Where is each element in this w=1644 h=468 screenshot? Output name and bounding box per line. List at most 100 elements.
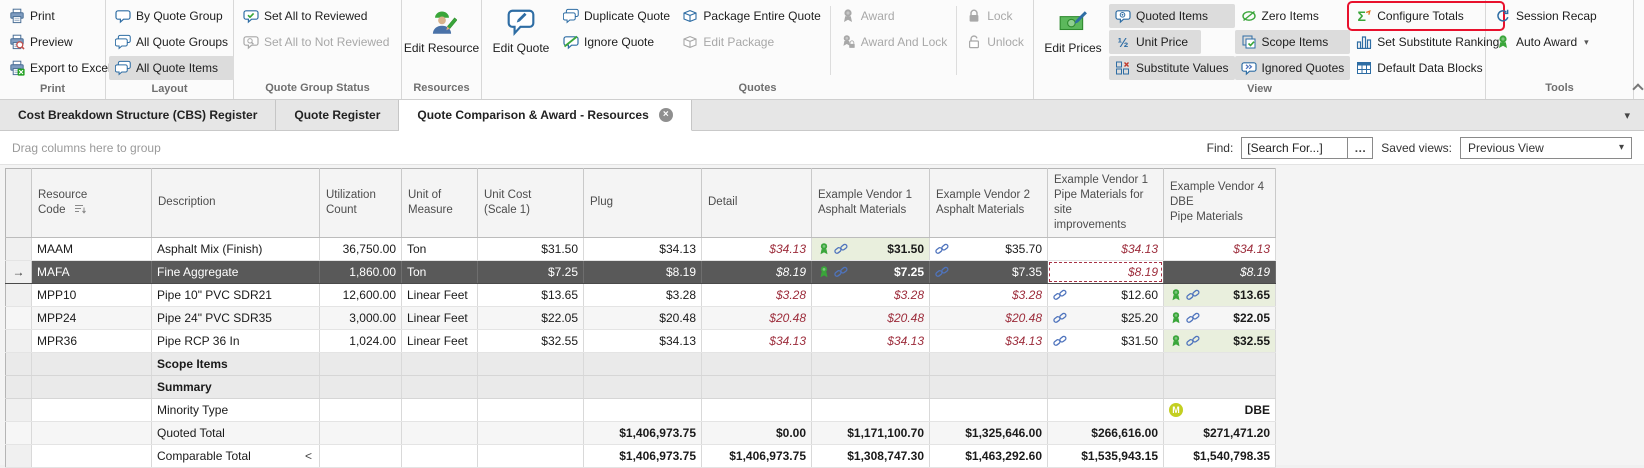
- quoted-items-toggle[interactable]: Quoted Items: [1109, 4, 1235, 28]
- set-substitute-ranking-button[interactable]: Set Substitute Ranking: [1350, 30, 1502, 54]
- cell-detail[interactable]: $1,406,973.75: [702, 444, 812, 467]
- cell-ev1p[interactable]: $1,535,943.15: [1048, 444, 1164, 467]
- edit-resource-button[interactable]: Edit Resource: [406, 2, 478, 79]
- cell-ev2a[interactable]: [930, 398, 1048, 421]
- cell-label[interactable]: Minority Type: [152, 398, 320, 421]
- group-by-drop-zone[interactable]: Drag columns here to group: [12, 141, 161, 155]
- cell-util[interactable]: 36,750.00: [320, 237, 402, 260]
- configure-totals-button[interactable]: ΣConfigure Totals: [1350, 4, 1502, 28]
- print-button[interactable]: Print: [3, 4, 117, 28]
- column-header-ev2a[interactable]: Example Vendor 2Asphalt Materials: [930, 169, 1048, 238]
- cell-plug[interactable]: $3.28: [584, 283, 702, 306]
- cell-code[interactable]: MAFA: [32, 260, 152, 283]
- cell-ev1a[interactable]: $7.25: [812, 260, 930, 283]
- cell-cost[interactable]: $7.25: [478, 260, 584, 283]
- cell-label[interactable]: Comparable Total<: [152, 444, 320, 467]
- cell-detail[interactable]: [702, 352, 812, 375]
- cell-ev2a[interactable]: $35.70: [930, 237, 1048, 260]
- ignore-quote-button[interactable]: Ignore Quote: [557, 30, 676, 54]
- substitute-values-toggle[interactable]: Substitute Values: [1109, 56, 1235, 80]
- cell-ev1p[interactable]: $266,616.00: [1048, 421, 1164, 444]
- row-selector[interactable]: [6, 329, 32, 352]
- cell-ev1p[interactable]: $34.13: [1048, 237, 1164, 260]
- cell-util[interactable]: 12,600.00: [320, 283, 402, 306]
- cell-detail[interactable]: [702, 398, 812, 421]
- cell-code[interactable]: MPP24: [32, 306, 152, 329]
- cell-cost[interactable]: [478, 375, 584, 398]
- cell-detail[interactable]: $8.19: [702, 260, 812, 283]
- cell-detail[interactable]: $20.48: [702, 306, 812, 329]
- cell-uom[interactable]: [402, 352, 478, 375]
- ignored-quotes-toggle[interactable]: Ignored Quotes: [1235, 56, 1351, 80]
- cell-ev1a[interactable]: [812, 375, 930, 398]
- cell-ev1a[interactable]: $31.50: [812, 237, 930, 260]
- cell-detail[interactable]: $34.13: [702, 237, 812, 260]
- cell-ev2a[interactable]: $34.13: [930, 329, 1048, 352]
- cell-uom[interactable]: [402, 398, 478, 421]
- cell-ev2a[interactable]: $7.35: [930, 260, 1048, 283]
- edit-quote-button[interactable]: Edit Quote: [485, 2, 557, 79]
- cell-desc[interactable]: Pipe RCP 36 In: [152, 329, 320, 352]
- cell-util[interactable]: [320, 421, 402, 444]
- cell-util[interactable]: [320, 444, 402, 467]
- cell-desc[interactable]: Fine Aggregate: [152, 260, 320, 283]
- duplicate-quote-button[interactable]: Duplicate Quote: [557, 4, 676, 28]
- cell-uom[interactable]: Linear Feet: [402, 329, 478, 352]
- preview-button[interactable]: Preview: [3, 30, 117, 54]
- cell-plug[interactable]: [584, 398, 702, 421]
- column-header-detail[interactable]: Detail: [702, 169, 812, 238]
- cell-uom[interactable]: Linear Feet: [402, 283, 478, 306]
- package-entire-quote-button[interactable]: Package Entire Quote: [676, 4, 826, 28]
- cell-util[interactable]: 3,000.00: [320, 306, 402, 329]
- cell-ev4[interactable]: [1164, 352, 1276, 375]
- session-recap-button[interactable]: Session Recap: [1489, 4, 1603, 28]
- cell-ev2a[interactable]: $1,463,292.60: [930, 444, 1048, 467]
- export-to-excel-button[interactable]: Export to Excel: [3, 56, 117, 80]
- cell-util[interactable]: 1,024.00: [320, 329, 402, 352]
- row-selector[interactable]: [6, 421, 32, 444]
- column-header-sel[interactable]: [6, 169, 32, 238]
- cell-label[interactable]: Summary: [152, 375, 320, 398]
- cell-ev1a[interactable]: $20.48: [812, 306, 930, 329]
- all-quote-items-button[interactable]: All Quote Items: [109, 56, 234, 80]
- scope-items-toggle[interactable]: Scope Items: [1235, 30, 1351, 54]
- cell-plug[interactable]: $1,406,973.75: [584, 421, 702, 444]
- cell-uom[interactable]: [402, 375, 478, 398]
- cell-cost[interactable]: $32.55: [478, 329, 584, 352]
- column-header-ev1a[interactable]: Example Vendor 1Asphalt Materials: [812, 169, 930, 238]
- tab-cbs-register[interactable]: Cost Breakdown Structure (CBS) Register: [0, 100, 276, 130]
- cell-plug[interactable]: [584, 375, 702, 398]
- cell-uom[interactable]: Linear Feet: [402, 306, 478, 329]
- cell-ev1a[interactable]: [812, 352, 930, 375]
- cell-desc[interactable]: Pipe 10" PVC SDR21: [152, 283, 320, 306]
- tab-list-dropdown[interactable]: ▾: [1624, 100, 1644, 130]
- set-all-to-reviewed-button[interactable]: Set All to Reviewed: [237, 4, 395, 28]
- find-more-button[interactable]: …: [1347, 138, 1372, 158]
- cell-cost[interactable]: $13.65: [478, 283, 584, 306]
- unlock-button[interactable]: Unlock: [960, 30, 1030, 54]
- cell-ev2a[interactable]: [930, 352, 1048, 375]
- cell-ev4[interactable]: MDBE: [1164, 398, 1276, 421]
- lock-button[interactable]: Lock: [960, 4, 1030, 28]
- cell-util[interactable]: [320, 352, 402, 375]
- cell-ev1a[interactable]: $34.13: [812, 329, 930, 352]
- cell-ev4[interactable]: $1,540,798.35: [1164, 444, 1276, 467]
- cell-label[interactable]: Scope Items: [152, 352, 320, 375]
- cell-ev1p[interactable]: $8.19: [1048, 260, 1164, 283]
- cell-cost[interactable]: [478, 444, 584, 467]
- edit-package-button[interactable]: Edit Package: [676, 30, 826, 54]
- close-icon[interactable]: ×: [659, 108, 673, 122]
- cell-detail[interactable]: [702, 375, 812, 398]
- cell-ev1a[interactable]: [812, 398, 930, 421]
- row-selector[interactable]: [6, 352, 32, 375]
- cell-ev1p[interactable]: $25.20: [1048, 306, 1164, 329]
- by-quote-group-button[interactable]: By Quote Group: [109, 4, 234, 28]
- cell-desc[interactable]: Pipe 24" PVC SDR35: [152, 306, 320, 329]
- cell-ev4[interactable]: $13.65: [1164, 283, 1276, 306]
- cell-ev1a[interactable]: $1,308,747.30: [812, 444, 930, 467]
- column-header-ev4[interactable]: Example Vendor 4DBEPipe Materials: [1164, 169, 1276, 238]
- cell-detail[interactable]: $0.00: [702, 421, 812, 444]
- cell-uom[interactable]: [402, 421, 478, 444]
- column-header-cost[interactable]: Unit Cost(Scale 1): [478, 169, 584, 238]
- column-header-plug[interactable]: Plug: [584, 169, 702, 238]
